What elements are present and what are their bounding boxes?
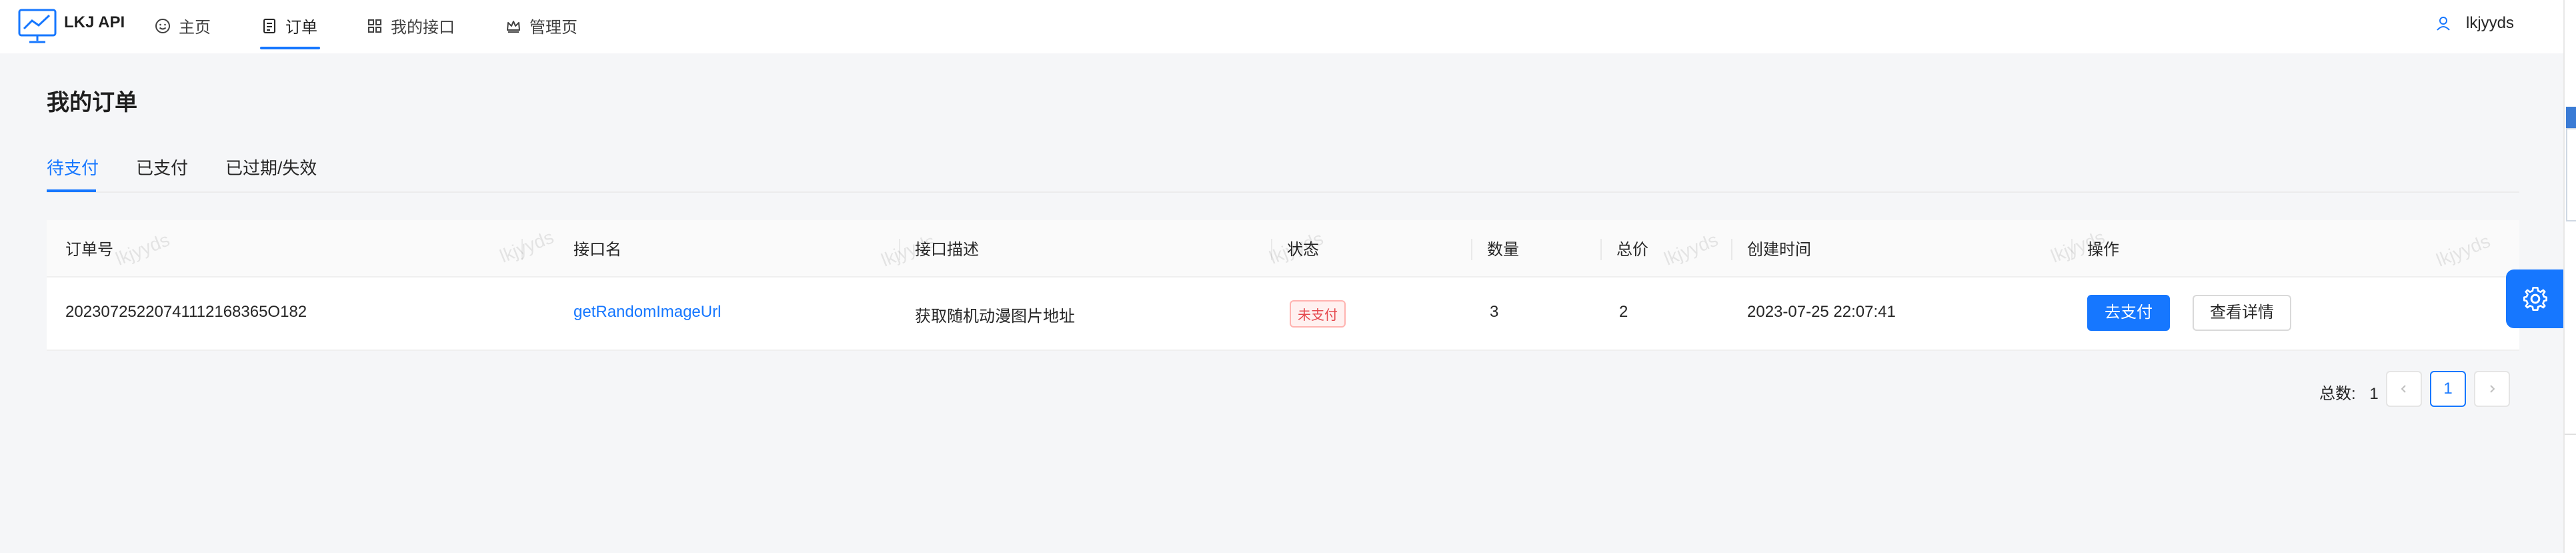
column-header-status: 状态	[1287, 241, 1319, 259]
order-icon	[263, 18, 275, 33]
tab-paid[interactable]: 已支付	[136, 155, 188, 179]
devtools-highlight	[2566, 107, 2576, 128]
devtools-box	[2566, 128, 2576, 221]
table-row: 20230725220741112168365O182 getRandomIma…	[47, 278, 2519, 351]
nav-item-home[interactable]: 主页	[155, 14, 211, 37]
column-divider	[899, 239, 900, 260]
column-header-description: 接口描述	[915, 241, 979, 259]
user-icon	[2437, 17, 2450, 31]
nav-label: 管理页	[529, 19, 577, 37]
total-count: 1	[2369, 385, 2379, 403]
total-label: 总数:	[2319, 385, 2356, 403]
status-badge: 未支付	[1290, 300, 1346, 328]
tab-expired[interactable]: 已过期/失效	[225, 155, 317, 179]
quantity-value: 3	[1490, 303, 1499, 321]
gear-icon	[2523, 287, 2547, 311]
app-title[interactable]: LKJ API	[64, 13, 125, 32]
tabs-divider	[47, 191, 2519, 193]
page-number-button[interactable]: 1	[2430, 371, 2466, 407]
column-header-actions: 操作	[2087, 241, 2119, 259]
grid-icon	[368, 19, 381, 33]
user-menu[interactable]: lkjyyds	[2435, 14, 2514, 33]
view-details-button[interactable]: 查看详情	[2193, 295, 2291, 331]
column-divider	[521, 239, 523, 260]
nav-item-orders[interactable]: 订单	[261, 14, 317, 37]
top-navbar: LKJ API 主页 订单 我的接口 管理页 lkjyyds	[0, 0, 2576, 53]
order-number: 20230725220741112168365O182	[65, 303, 307, 321]
nav-item-admin[interactable]: 管理页	[505, 14, 577, 37]
user-name: lkjyyds	[2466, 14, 2515, 32]
column-header-order-no: 订单号	[65, 241, 113, 259]
nav-label: 订单	[285, 19, 317, 37]
column-header-api-name: 接口名	[573, 241, 621, 259]
smile-icon	[155, 18, 170, 33]
column-header-quantity: 数量	[1487, 241, 1519, 259]
column-divider	[1600, 239, 1602, 260]
order-tabs: 待支付 已支付 已过期/失效	[47, 155, 354, 179]
column-divider	[1731, 239, 1732, 260]
nav-label: 主页	[179, 19, 211, 37]
nav-item-my-apis[interactable]: 我的接口	[367, 14, 455, 37]
column-divider	[1471, 239, 1472, 260]
tab-active-indicator	[47, 189, 96, 192]
orders-table: 订单号 接口名 接口描述 状态 数量 总价 创建时间 操作 2023072522…	[47, 220, 2519, 351]
page-title: 我的订单	[47, 90, 137, 115]
chevron-right-icon	[2490, 385, 2495, 393]
chevron-left-icon	[2401, 385, 2406, 393]
column-header-total: 总价	[1616, 241, 1648, 259]
api-name-link[interactable]: getRandomImageUrl	[573, 303, 721, 322]
api-description: 获取随机动漫图片地址	[915, 308, 1075, 326]
logo-icon[interactable]	[17, 7, 57, 45]
devtools-divider	[2565, 434, 2576, 435]
pay-button[interactable]: 去支付	[2087, 295, 2170, 331]
pagination-total: 总数: 1	[2319, 380, 2379, 404]
created-at-value: 2023-07-25 22:07:41	[1747, 303, 1896, 321]
column-divider	[1271, 239, 1272, 260]
tab-pending-payment[interactable]: 待支付	[47, 155, 99, 179]
nav-label: 我的接口	[391, 19, 455, 37]
devtools-panel[interactable]	[2563, 0, 2576, 553]
column-header-created-at: 创建时间	[1747, 241, 1811, 259]
column-divider	[2071, 239, 2073, 260]
total-value: 2	[1619, 303, 1628, 321]
table-header: 订单号 接口名 接口描述 状态 数量 总价 创建时间 操作	[47, 220, 2519, 278]
next-page-button[interactable]	[2474, 371, 2510, 407]
nav-active-indicator	[260, 47, 320, 49]
prev-page-button[interactable]	[2386, 371, 2422, 407]
settings-button[interactable]	[2506, 269, 2565, 328]
crown-icon	[507, 20, 520, 33]
